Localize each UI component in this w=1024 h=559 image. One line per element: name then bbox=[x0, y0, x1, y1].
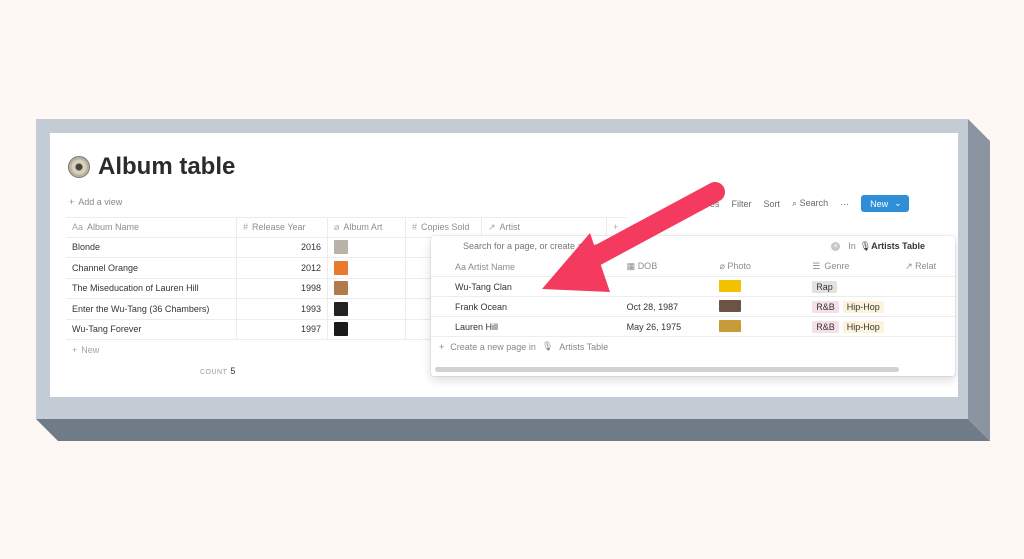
album-art-thumbnail bbox=[334, 260, 348, 275]
genre-tag: Rap bbox=[812, 280, 837, 293]
artist-photo-cell bbox=[709, 299, 802, 314]
search-button[interactable]: ⌕ Search bbox=[792, 198, 828, 209]
count-footer: COUNT 5 bbox=[200, 366, 236, 376]
paperclip-icon: ⌀ bbox=[334, 221, 340, 232]
cd-icon bbox=[68, 156, 90, 178]
relation-search-input[interactable] bbox=[463, 241, 832, 251]
artist-genre-cell: R&B Hip-Hop bbox=[802, 300, 895, 313]
list-icon: ☰ bbox=[812, 261, 821, 271]
release-year-cell[interactable]: 1998 bbox=[237, 278, 328, 298]
calendar-icon: ▦ bbox=[626, 261, 636, 271]
number-property-icon: # bbox=[412, 222, 418, 233]
album-name-cell[interactable]: Enter the Wu-Tang (36 Chambers) bbox=[66, 299, 237, 319]
release-year-cell[interactable]: 2012 bbox=[237, 258, 328, 278]
genre-tag: Hip-Hop bbox=[842, 320, 884, 333]
search-icon: ⌕ bbox=[792, 198, 798, 208]
artist-photo-cell bbox=[709, 279, 802, 294]
artist-photo-cell bbox=[709, 319, 802, 334]
slab-side-face bbox=[968, 119, 990, 441]
microphone-icon: 🎙 bbox=[541, 341, 554, 351]
column-header-artist-name: Aa Artist Name bbox=[455, 261, 516, 272]
artist-name: Frank Ocean bbox=[455, 301, 508, 312]
artist-photo-thumbnail bbox=[719, 299, 742, 312]
album-art-thumbnail bbox=[334, 301, 348, 316]
artists-table: Aa Artist Name ▦ DOB ⌀ Photo ☰ Genre ↗ R… bbox=[431, 257, 955, 337]
more-button[interactable]: ··· bbox=[840, 199, 849, 209]
page-header: Album table bbox=[68, 153, 235, 181]
release-year-cell[interactable]: 2016 bbox=[237, 237, 328, 257]
genre-tag: R&B bbox=[812, 320, 839, 333]
new-button[interactable]: New ⌄ bbox=[861, 195, 909, 212]
plus-icon: + bbox=[69, 197, 75, 207]
column-header-photo: ⌀ Photo bbox=[719, 261, 751, 271]
slab-bottom-face bbox=[36, 419, 990, 441]
database-toolbar: es Filter Sort ⌕ Search ··· New ⌄ bbox=[710, 195, 909, 212]
album-name-cell[interactable]: Wu-Tang Forever bbox=[66, 319, 237, 339]
album-name-cell[interactable]: Channel Orange bbox=[66, 258, 237, 278]
relation-arrow-icon: ↗ bbox=[488, 221, 496, 232]
column-header-album-art[interactable]: ⌀ Album Art bbox=[328, 218, 406, 237]
artist-dob: May 26, 1975 bbox=[626, 321, 682, 332]
text-property-icon: Aa bbox=[72, 222, 84, 233]
column-header-artist[interactable]: ↗ Artist bbox=[482, 218, 607, 237]
column-header-relation: ↗ Relat bbox=[905, 261, 937, 271]
album-art-thumbnail bbox=[334, 322, 348, 337]
filter-button[interactable]: Filter bbox=[732, 199, 752, 209]
relation-search-bar: × In 🎙 Artists Table bbox=[431, 236, 955, 256]
album-art-thumbnail bbox=[334, 240, 348, 255]
release-year-cell[interactable]: 1997 bbox=[237, 319, 328, 339]
album-art-cell[interactable] bbox=[328, 299, 406, 319]
album-art-cell[interactable] bbox=[328, 258, 406, 278]
column-header-release-year[interactable]: # Release Year bbox=[237, 218, 328, 237]
plus-icon: + bbox=[72, 345, 78, 355]
table-header: Aa Album Name # Release Year ⌀ Album Art # C… bbox=[66, 217, 627, 238]
column-header-dob: ▦ DOB bbox=[626, 261, 658, 271]
notion-page: Album table + Add a view es Filter Sort … bbox=[50, 133, 958, 397]
album-name-cell[interactable]: The Miseducation of Lauren Hill bbox=[66, 278, 237, 298]
in-label: In bbox=[848, 241, 856, 251]
genre-tag: R&B bbox=[812, 300, 839, 313]
album-art-cell[interactable] bbox=[328, 278, 406, 298]
clear-icon[interactable]: × bbox=[831, 241, 841, 251]
number-property-icon: # bbox=[243, 222, 249, 233]
release-year-cell[interactable]: 1993 bbox=[237, 299, 328, 319]
relation-popup: × In 🎙 Artists Table Aa Artist Name ▦ DO… bbox=[431, 236, 955, 376]
artist-row[interactable]: Lauren Hill May 26, 1975 R&B Hip-Hop bbox=[431, 317, 955, 337]
horizontal-scrollbar[interactable] bbox=[435, 367, 899, 372]
column-header-copies-sold[interactable]: # Copies Sold bbox=[406, 218, 482, 237]
target-database-name[interactable]: Artists Table bbox=[871, 241, 925, 251]
genre-tag: Hip-Hop bbox=[842, 300, 884, 313]
artist-row[interactable]: Frank Ocean Oct 28, 1987 R&B Hip-Hop bbox=[431, 297, 955, 317]
add-property-button[interactable]: + bbox=[607, 218, 627, 237]
artist-row[interactable]: Wu-Tang Clan Rap bbox=[431, 277, 955, 297]
column-header-album-name[interactable]: Aa Album Name bbox=[66, 218, 237, 237]
artists-table-header: Aa Artist Name ▦ DOB ⌀ Photo ☰ Genre ↗ R… bbox=[431, 257, 955, 277]
paperclip-icon: ⌀ bbox=[719, 261, 725, 271]
album-art-thumbnail bbox=[334, 281, 348, 296]
album-art-cell[interactable] bbox=[328, 319, 406, 339]
properties-button[interactable]: es bbox=[710, 199, 720, 209]
add-view-button[interactable]: + Add a view bbox=[69, 197, 122, 207]
page-title: Album table bbox=[98, 153, 236, 180]
album-art-cell[interactable] bbox=[328, 237, 406, 257]
artist-genre-cell: Rap bbox=[802, 280, 895, 293]
artist-photo-thumbnail bbox=[719, 319, 742, 332]
column-header-genre: ☰ Genre bbox=[812, 261, 850, 271]
artist-genre-cell: R&B Hip-Hop bbox=[802, 320, 895, 333]
artist-name: Wu-Tang Clan bbox=[455, 281, 512, 292]
microphone-icon: 🎙 bbox=[859, 240, 872, 251]
chevron-down-icon: ⌄ bbox=[894, 198, 902, 208]
text-property-icon: Aa bbox=[455, 261, 467, 272]
artist-dob: Oct 28, 1987 bbox=[626, 301, 679, 312]
artist-name: Lauren Hill bbox=[455, 321, 499, 332]
relation-arrow-icon: ↗ bbox=[905, 261, 913, 271]
create-new-page-option[interactable]: + Create a new page in 🎙 Artists Table bbox=[439, 341, 608, 352]
artist-photo-thumbnail bbox=[719, 279, 742, 292]
sort-button[interactable]: Sort bbox=[764, 199, 781, 209]
plus-icon: + bbox=[439, 341, 445, 352]
album-name-cell[interactable]: Blonde bbox=[66, 237, 237, 257]
